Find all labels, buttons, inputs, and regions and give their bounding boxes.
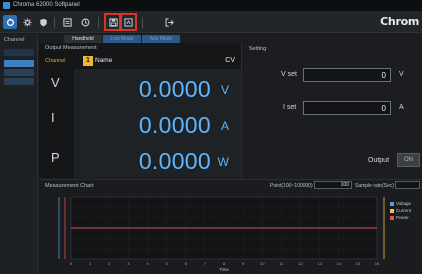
measurement-chart-panel: Measurement Chart Point(100~100000) Samp… bbox=[39, 179, 422, 274]
iset-input[interactable] bbox=[303, 101, 391, 115]
legend-current: Current bbox=[396, 208, 412, 213]
list-icon[interactable] bbox=[60, 15, 74, 29]
sample-rate-label: Sample rate(Sec) bbox=[355, 183, 394, 189]
settings-gear-icon[interactable] bbox=[20, 15, 34, 29]
toolbar-separator bbox=[142, 17, 143, 28]
voltage-value: 0.0000 bbox=[138, 76, 211, 102]
channel-item-selected[interactable] bbox=[4, 60, 34, 67]
legend-power: Power bbox=[396, 215, 409, 220]
setting-panel: Setting V set V I set A Output ON bbox=[243, 43, 422, 178]
iset-unit: A bbox=[399, 104, 404, 111]
voltage-unit: V bbox=[220, 83, 229, 97]
channel-panel: Channel bbox=[0, 34, 38, 274]
tab-handheld[interactable]: Handheld bbox=[64, 35, 102, 43]
x-tick-label: 12 bbox=[298, 261, 303, 266]
legend-swatch-power bbox=[390, 216, 394, 220]
point-label: Point(100~100000) bbox=[270, 183, 313, 189]
output-on-button[interactable]: ON bbox=[397, 153, 420, 167]
tab-low-mode[interactable]: Low Mode bbox=[103, 35, 141, 43]
connect-icon[interactable] bbox=[3, 15, 17, 29]
setting-title: Setting bbox=[249, 46, 267, 52]
legend-swatch-current bbox=[390, 209, 394, 213]
measurement-chart: 0 1 2 3 4 5 6 7 8 9 10 11 12 13 14 15 16 Time bbox=[39, 191, 422, 274]
toolbar-separator bbox=[98, 17, 99, 28]
x-tick-label: 10 bbox=[260, 261, 265, 266]
x-tick-label: 16 bbox=[375, 261, 380, 266]
point-input[interactable] bbox=[314, 181, 352, 189]
legend-voltage: Voltage bbox=[396, 201, 412, 206]
load-file-icon[interactable] bbox=[119, 13, 137, 31]
readout-panel: 0.0000 V 0.0000 A 0.0000 W bbox=[74, 69, 241, 178]
history-clock-icon[interactable] bbox=[78, 15, 92, 29]
app-window: Chroma 62000 Softpanel Chrom Channel Han… bbox=[0, 0, 422, 274]
channel-item[interactable] bbox=[4, 49, 34, 56]
x-axis-label: Time bbox=[219, 267, 229, 272]
shield-icon[interactable] bbox=[36, 15, 50, 29]
tab-adv-mode[interactable]: Adv Mode bbox=[142, 35, 180, 43]
window-title: Chroma 62000 Softpanel bbox=[13, 2, 80, 8]
vset-input[interactable] bbox=[303, 68, 391, 82]
channel-panel-header: Channel bbox=[4, 37, 25, 43]
title-bar: Chroma 62000 Softpanel bbox=[0, 0, 422, 11]
channel-item[interactable] bbox=[4, 69, 34, 76]
x-tick-label: 13 bbox=[317, 261, 322, 266]
brand-logo: Chrom bbox=[380, 15, 419, 28]
channel-name: Name bbox=[95, 57, 113, 64]
mode-tabs: Handheld Low Mode Adv Mode bbox=[39, 34, 422, 43]
channel-label: Channel bbox=[45, 58, 66, 64]
toolbar-separator bbox=[54, 17, 55, 28]
voltage-label: V bbox=[51, 75, 60, 90]
exit-icon[interactable] bbox=[162, 15, 176, 29]
x-tick-label: 15 bbox=[356, 261, 361, 266]
vset-unit: V bbox=[399, 71, 404, 78]
legend-swatch-voltage bbox=[390, 202, 394, 206]
current-label: I bbox=[51, 110, 55, 125]
channel-item[interactable] bbox=[4, 78, 34, 85]
save-file-icon[interactable] bbox=[104, 13, 122, 31]
power-value: 0.0000 bbox=[138, 148, 211, 174]
channel-number-badge: 1 bbox=[83, 56, 93, 66]
power-unit: W bbox=[217, 155, 229, 169]
x-tick-label: 14 bbox=[337, 261, 342, 266]
toolbar: Chrom bbox=[0, 11, 422, 33]
vset-label: V set bbox=[281, 71, 297, 78]
current-value: 0.0000 bbox=[138, 112, 211, 138]
output-label: Output bbox=[368, 157, 390, 164]
output-measurement-title: Output Measurement bbox=[45, 45, 97, 51]
sample-rate-input[interactable] bbox=[395, 181, 420, 189]
output-measurement-panel: Output Measurement Channel 1 Name CV V I… bbox=[39, 43, 242, 178]
mode-indicator: CV bbox=[225, 57, 235, 64]
measurement-chart-title: Measurement Chart bbox=[45, 183, 94, 189]
current-unit: A bbox=[220, 119, 229, 133]
app-icon bbox=[3, 2, 10, 9]
iset-label: I set bbox=[283, 104, 297, 111]
power-label: P bbox=[51, 150, 60, 165]
